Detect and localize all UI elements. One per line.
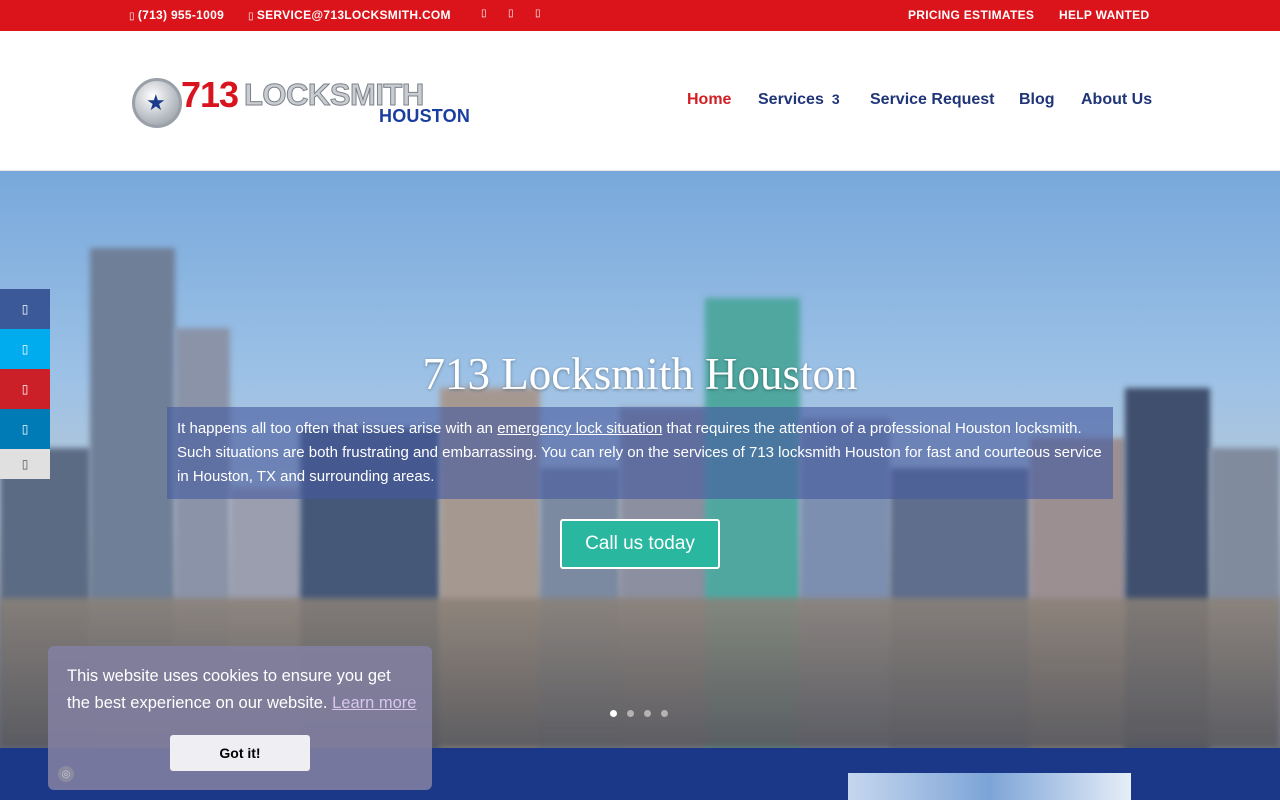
- hero-text-start: It happens all too often that issues ari…: [177, 420, 498, 437]
- hero-title: 713 Locksmith Houston: [422, 349, 858, 399]
- phone-link[interactable]: ▯ (713) 955-1009: [129, 8, 224, 22]
- twitter-icon: ▯: [21, 342, 29, 356]
- learn-more-link[interactable]: Learn more: [332, 694, 416, 712]
- nav-home[interactable]: Home: [687, 91, 731, 109]
- logo-seal-icon: ★: [132, 78, 182, 128]
- site-logo[interactable]: ★ 713 LOCKSMITH HOUSTON: [132, 76, 492, 128]
- twitter-icon[interactable]: ▯: [508, 8, 514, 19]
- linkedin-icon: ▯: [21, 422, 29, 436]
- google-plus-icon[interactable]: ▯: [535, 8, 541, 19]
- facebook-icon: ▯: [21, 302, 29, 316]
- share-twitter-button[interactable]: ▯: [0, 329, 50, 369]
- pinterest-icon: ▯: [21, 382, 29, 396]
- nav-service-request[interactable]: Service Request: [870, 91, 995, 109]
- share-facebook-button[interactable]: ▯: [0, 289, 50, 329]
- share-pinterest-button[interactable]: ▯: [0, 369, 50, 409]
- nav-services[interactable]: Services 3: [758, 91, 840, 109]
- site-header: ★ 713 LOCKSMITH HOUSTON Home Services 3 S…: [0, 31, 1280, 171]
- hero-description: It happens all too often that issues ari…: [167, 407, 1113, 499]
- email-icon: ▯: [248, 11, 254, 22]
- share-linkedin-button[interactable]: ▯: [0, 409, 50, 449]
- cookie-settings-icon[interactable]: ◎: [58, 766, 74, 782]
- nav-blog[interactable]: Blog: [1019, 91, 1055, 109]
- slider-dot[interactable]: [627, 710, 634, 717]
- slider-dot[interactable]: [644, 710, 651, 717]
- emergency-lock-link[interactable]: emergency lock situation: [497, 420, 662, 437]
- slider-pagination: [610, 704, 678, 722]
- email-address: SERVICE@713LOCKSMITH.COM: [256, 8, 451, 22]
- phone-icon: ▯: [129, 11, 135, 22]
- top-bar: ▯ (713) 955-1009 ▯ SERVICE@713LOCKSMITH.CO…: [0, 0, 1280, 31]
- logo-number: 713: [181, 74, 239, 115]
- cookie-banner: This website uses cookies to ensure you …: [48, 646, 432, 790]
- nav-services-label: Services: [758, 91, 824, 108]
- slider-dot[interactable]: [610, 710, 617, 717]
- cookie-message: This website uses cookies to ensure you …: [67, 663, 417, 717]
- slider-dot[interactable]: [661, 710, 668, 717]
- phone-number: (713) 955-1009: [137, 8, 225, 22]
- pricing-estimates-link[interactable]: PRICING ESTIMATES: [908, 8, 1034, 22]
- nav-about-us[interactable]: About Us: [1081, 91, 1152, 109]
- more-icon: ▯: [21, 457, 29, 471]
- email-link[interactable]: ▯ SERVICE@713LOCKSMITH.COM: [248, 8, 451, 22]
- got-it-button[interactable]: Got it!: [170, 735, 310, 771]
- chevron-down-icon: 3: [831, 91, 840, 107]
- logo-city: HOUSTON: [379, 106, 471, 126]
- share-more-button[interactable]: ▯: [0, 449, 50, 479]
- facebook-icon[interactable]: ▯: [481, 8, 487, 19]
- call-us-button[interactable]: Call us today: [560, 519, 720, 569]
- help-wanted-link[interactable]: HELP WANTED: [1059, 8, 1149, 22]
- content-image: [848, 773, 1131, 800]
